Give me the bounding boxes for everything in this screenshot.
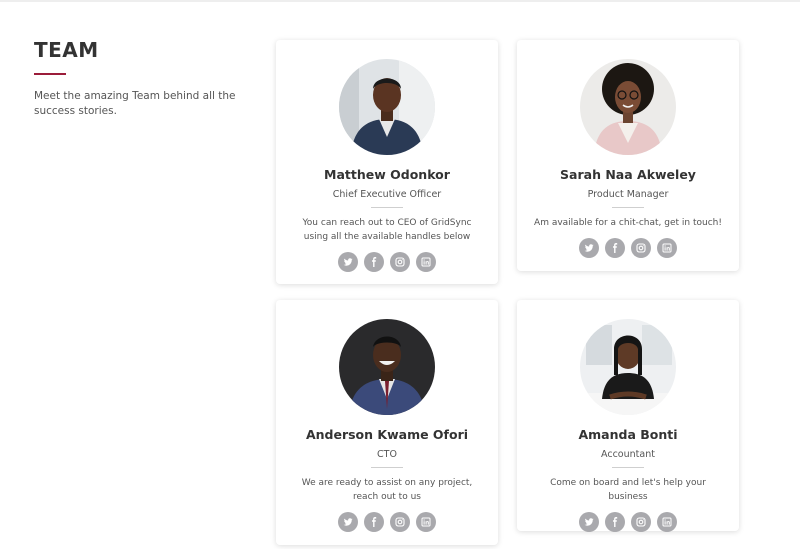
social-links: [517, 238, 739, 258]
title-underline: [34, 73, 66, 75]
instagram-icon[interactable]: [390, 252, 410, 272]
member-role: Product Manager: [587, 189, 669, 200]
member-photo: [580, 319, 676, 415]
member-bio: Am available for a chit-chat, get in tou…: [534, 218, 722, 228]
member-role: Chief Executive Officer: [332, 189, 442, 200]
member-bio: Come on board and let's help your busine…: [550, 478, 706, 502]
member-photo: [339, 319, 435, 415]
facebook-icon[interactable]: [364, 512, 384, 532]
linkedin-icon[interactable]: [416, 252, 436, 272]
member-name: Anderson Kwame Ofori: [305, 427, 469, 442]
twitter-icon[interactable]: [579, 512, 599, 532]
linkedin-icon[interactable]: [416, 512, 436, 532]
twitter-icon[interactable]: [338, 252, 358, 272]
section-description: Meet the amazing Team behind all the suc…: [34, 90, 236, 117]
social-links: [276, 512, 498, 532]
member-photo: [580, 59, 676, 155]
role-divider: [371, 467, 403, 468]
team-intro: TEAM Meet the amazing Team behind all th…: [34, 38, 264, 119]
member-name: Sarah Naa Akweley: [560, 167, 696, 182]
role-divider: [612, 467, 644, 468]
instagram-icon[interactable]: [631, 512, 651, 532]
top-divider: [0, 0, 800, 2]
member-bio: We are ready to assist on any project, r…: [301, 478, 473, 502]
member-name: Amanda Bonti: [578, 427, 678, 442]
member-name: Matthew Odonkor: [324, 167, 450, 182]
team-card-anderson: Anderson Kwame Ofori CTO We are ready to…: [276, 300, 498, 545]
member-role: CTO: [377, 449, 397, 460]
instagram-icon[interactable]: [390, 512, 410, 532]
linkedin-icon[interactable]: [657, 238, 677, 258]
twitter-icon[interactable]: [579, 238, 599, 258]
social-links: [276, 252, 498, 272]
facebook-icon[interactable]: [605, 238, 625, 258]
member-bio: You can reach out to CEO of GridSync usi…: [302, 218, 472, 242]
member-photo: [339, 59, 435, 155]
team-card-sarah: Sarah Naa Akweley Product Manager Am ava…: [517, 40, 739, 271]
facebook-icon[interactable]: [364, 252, 384, 272]
team-card-matthew: Matthew Odonkor Chief Executive Officer …: [276, 40, 498, 284]
member-role: Accountant: [601, 449, 655, 460]
social-links: [517, 512, 739, 532]
role-divider: [371, 207, 403, 208]
facebook-icon[interactable]: [605, 512, 625, 532]
team-card-amanda: Amanda Bonti Accountant Come on board an…: [517, 300, 739, 532]
section-title: TEAM: [34, 38, 99, 62]
linkedin-icon[interactable]: [657, 512, 677, 532]
role-divider: [612, 207, 644, 208]
instagram-icon[interactable]: [631, 238, 651, 258]
twitter-icon[interactable]: [338, 512, 358, 532]
